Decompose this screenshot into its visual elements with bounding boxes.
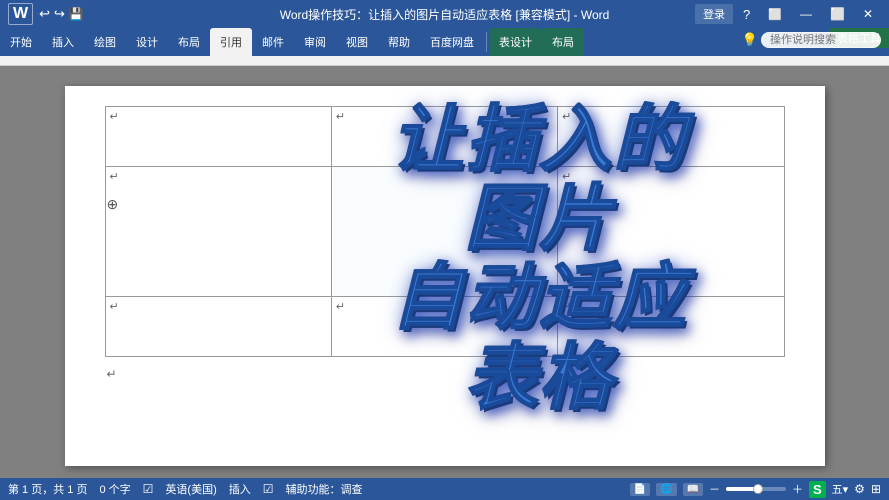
zoom-out-icon[interactable]: － xyxy=(709,481,720,497)
zoom-slider-thumb[interactable] xyxy=(753,484,763,494)
paragraph-mark: ↵ xyxy=(336,300,345,313)
search-area: 💡 xyxy=(742,32,881,48)
tab-table-layout[interactable]: 布局 xyxy=(542,28,584,56)
tab-insert[interactable]: 插入 xyxy=(42,28,84,56)
undo-icon[interactable]: ↩ xyxy=(39,6,50,22)
table-cell[interactable]: ↵ xyxy=(558,167,784,297)
help-icon[interactable]: ? xyxy=(735,5,758,24)
document-table[interactable]: ↵ ↵ ↵ ↵ ↵ ↵ xyxy=(105,106,785,357)
zoom-slider[interactable] xyxy=(726,487,786,491)
page-info: 第 1 页，共 1 页 xyxy=(8,481,87,497)
language-info[interactable]: 英语(美国) xyxy=(165,481,216,497)
end-paragraph-mark: ↵ xyxy=(65,367,825,381)
accessibility-info: 辅助功能：调查 xyxy=(286,481,363,497)
tab-help[interactable]: 帮助 xyxy=(378,28,420,56)
insert-mode[interactable]: 插入 xyxy=(229,481,251,497)
paragraph-mark: ↵ xyxy=(110,170,119,183)
tab-draw[interactable]: 绘图 xyxy=(84,28,126,56)
view-read-btn[interactable]: 📖 xyxy=(683,483,703,496)
top-combined: W ↩ ↪ 💾 Word操作技巧：让插入的图片自动适应表格 [兼容模式] - W… xyxy=(0,0,889,66)
ribbon-toolbar xyxy=(0,56,889,66)
ribbon-toggle-icon[interactable]: ⬜ xyxy=(760,6,790,23)
document-area: ⊕ ↵ ↵ ↵ ↵ ↵ xyxy=(0,66,889,478)
tabs-container: 开始 插入 绘图 设计 布局 引用 邮件 审阅 xyxy=(0,28,889,56)
table-cell[interactable]: ↵ xyxy=(331,297,557,357)
tab-references[interactable]: 引用 xyxy=(210,28,252,56)
maximize-button[interactable]: ⬜ xyxy=(822,5,853,23)
table-row: ↵ ↵ ↵ xyxy=(105,297,784,357)
tab-view[interactable]: 视图 xyxy=(336,28,378,56)
paragraph-mark: ↵ xyxy=(110,110,119,123)
search-input[interactable] xyxy=(761,32,881,48)
document-page: ⊕ ↵ ↵ ↵ ↵ ↵ xyxy=(65,86,825,466)
table-row: ↵ ↵ ↵ xyxy=(105,107,784,167)
table-cell[interactable]: ↵ xyxy=(105,107,331,167)
table-cell[interactable]: ↵ xyxy=(558,107,784,167)
title-left: W ↩ ↪ 💾 xyxy=(8,3,84,25)
tab-table-design[interactable]: 表设计 xyxy=(489,28,542,56)
login-button[interactable]: 登录 xyxy=(695,4,733,24)
table-cell[interactable]: ↵ xyxy=(558,297,784,357)
table-cell[interactable]: ↵ xyxy=(105,297,331,357)
word-icon: W xyxy=(8,3,33,25)
tab-home[interactable]: 开始 xyxy=(0,28,42,56)
tab-design[interactable]: 设计 xyxy=(126,28,168,56)
zoom-slider-fill xyxy=(726,487,756,491)
paragraph-mark: ↵ xyxy=(562,170,571,183)
tab-mailings[interactable]: 邮件 xyxy=(252,28,294,56)
paragraph-mark: ↵ xyxy=(336,110,345,123)
title-text: Word操作技巧：让插入的图片自动适应表格 [兼容模式] - Word xyxy=(280,6,610,23)
table-cell[interactable]: ↵ xyxy=(331,107,557,167)
status-bar: 第 1 页，共 1 页 0 个字 ☑ 英语(美国) 插入 ☑ 辅助功能：调查 📄… xyxy=(0,478,889,500)
status-right: 📄 🌐 📖 － ＋ S 五▾ ⚙ ⊞ xyxy=(630,481,881,498)
track-icon[interactable]: ☑ xyxy=(263,482,274,496)
table-cell[interactable] xyxy=(331,167,557,297)
word-count: 0 个字 xyxy=(99,481,130,497)
tab-baidu[interactable]: 百度网盘 xyxy=(420,28,484,56)
close-button[interactable]: ✕ xyxy=(855,5,881,23)
table-row: ↵ ↵ xyxy=(105,167,784,297)
five-button[interactable]: 五▾ xyxy=(832,481,849,497)
table-cell[interactable]: ↵ xyxy=(105,167,331,297)
paragraph-mark: ↵ xyxy=(562,110,571,123)
paragraph-mark: ↵ xyxy=(110,300,119,313)
view-print-btn[interactable]: 📄 xyxy=(630,483,650,496)
spell-check-icon[interactable]: ☑ xyxy=(143,482,154,496)
tab-separator xyxy=(486,32,487,52)
view-web-btn[interactable]: 🌐 xyxy=(656,483,676,496)
fullscreen-icon[interactable]: ⊞ xyxy=(871,482,881,496)
title-bar: W ↩ ↪ 💾 Word操作技巧：让插入的图片自动适应表格 [兼容模式] - W… xyxy=(0,0,889,28)
quick-access-toolbar: ↩ ↪ 💾 xyxy=(39,6,84,22)
tab-review[interactable]: 审阅 xyxy=(294,28,336,56)
brand-logo: S xyxy=(809,481,826,498)
zoom-in-icon[interactable]: ＋ xyxy=(792,481,803,497)
tab-layout[interactable]: 布局 xyxy=(168,28,210,56)
redo-icon[interactable]: ↪ xyxy=(54,6,65,22)
save-icon[interactable]: 💾 xyxy=(69,7,84,21)
minimize-button[interactable]: — xyxy=(792,5,820,23)
paragraph-mark: ↵ xyxy=(562,300,571,313)
lightbulb-icon: 💡 xyxy=(742,32,758,48)
settings-icon[interactable]: ⚙ xyxy=(854,482,865,496)
window-controls: 登录 ? ⬜ — ⬜ ✕ xyxy=(695,4,881,24)
